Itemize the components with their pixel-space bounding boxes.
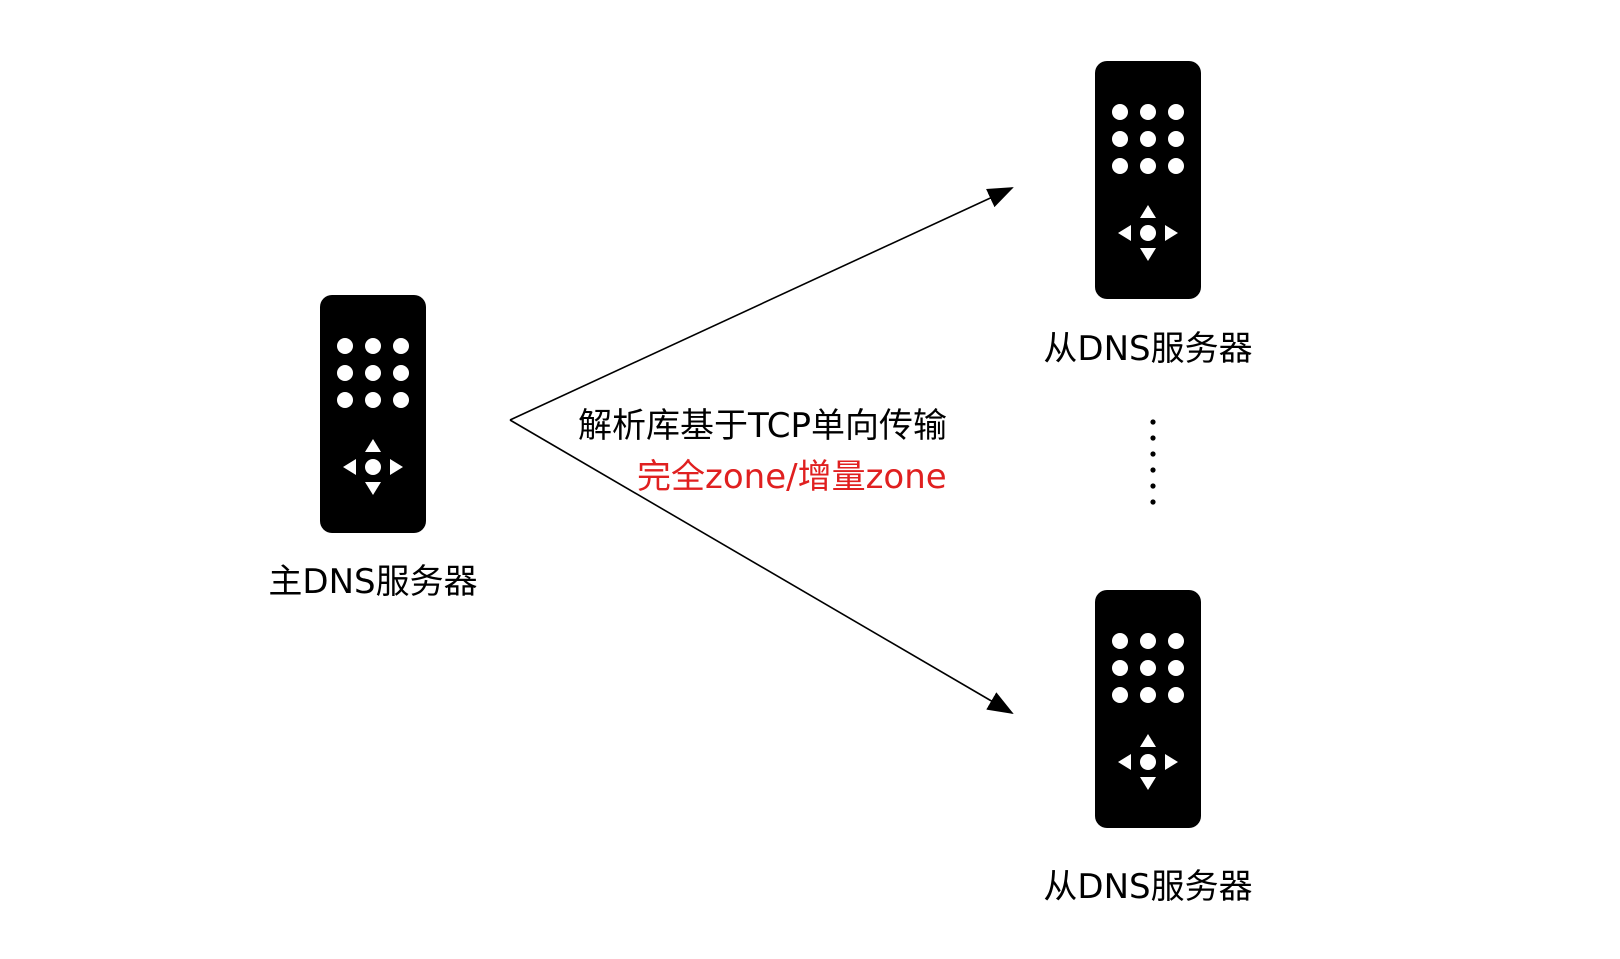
- primary-dns-server: 主DNS服务器: [268, 295, 478, 602]
- secondary-server-label: 从DNS服务器: [1043, 867, 1252, 907]
- secondary-dns-server-top: 从DNS服务器: [1043, 61, 1253, 369]
- remote-control-server-icon: [1095, 61, 1201, 299]
- vertical-ellipsis-icon: [1150, 419, 1156, 505]
- transfer-sublabel: 完全zone/增量zone: [637, 457, 947, 497]
- primary-server-label: 主DNS服务器: [268, 562, 477, 602]
- transfer-label: 解析库基于TCP单向传输: [578, 406, 947, 446]
- remote-control-server-icon: [320, 295, 426, 533]
- transfer-arrow-top: [509, 187, 1014, 421]
- secondary-dns-server-bottom: 从DNS服务器: [1043, 590, 1253, 907]
- secondary-server-label: 从DNS服务器: [1043, 329, 1252, 369]
- remote-control-server-icon: [1095, 590, 1201, 828]
- dns-zone-transfer-diagram: 主DNS服务器 从DNS服务器 从DNS服务器 解析库基于TCP单向传输 完全z…: [268, 61, 1253, 907]
